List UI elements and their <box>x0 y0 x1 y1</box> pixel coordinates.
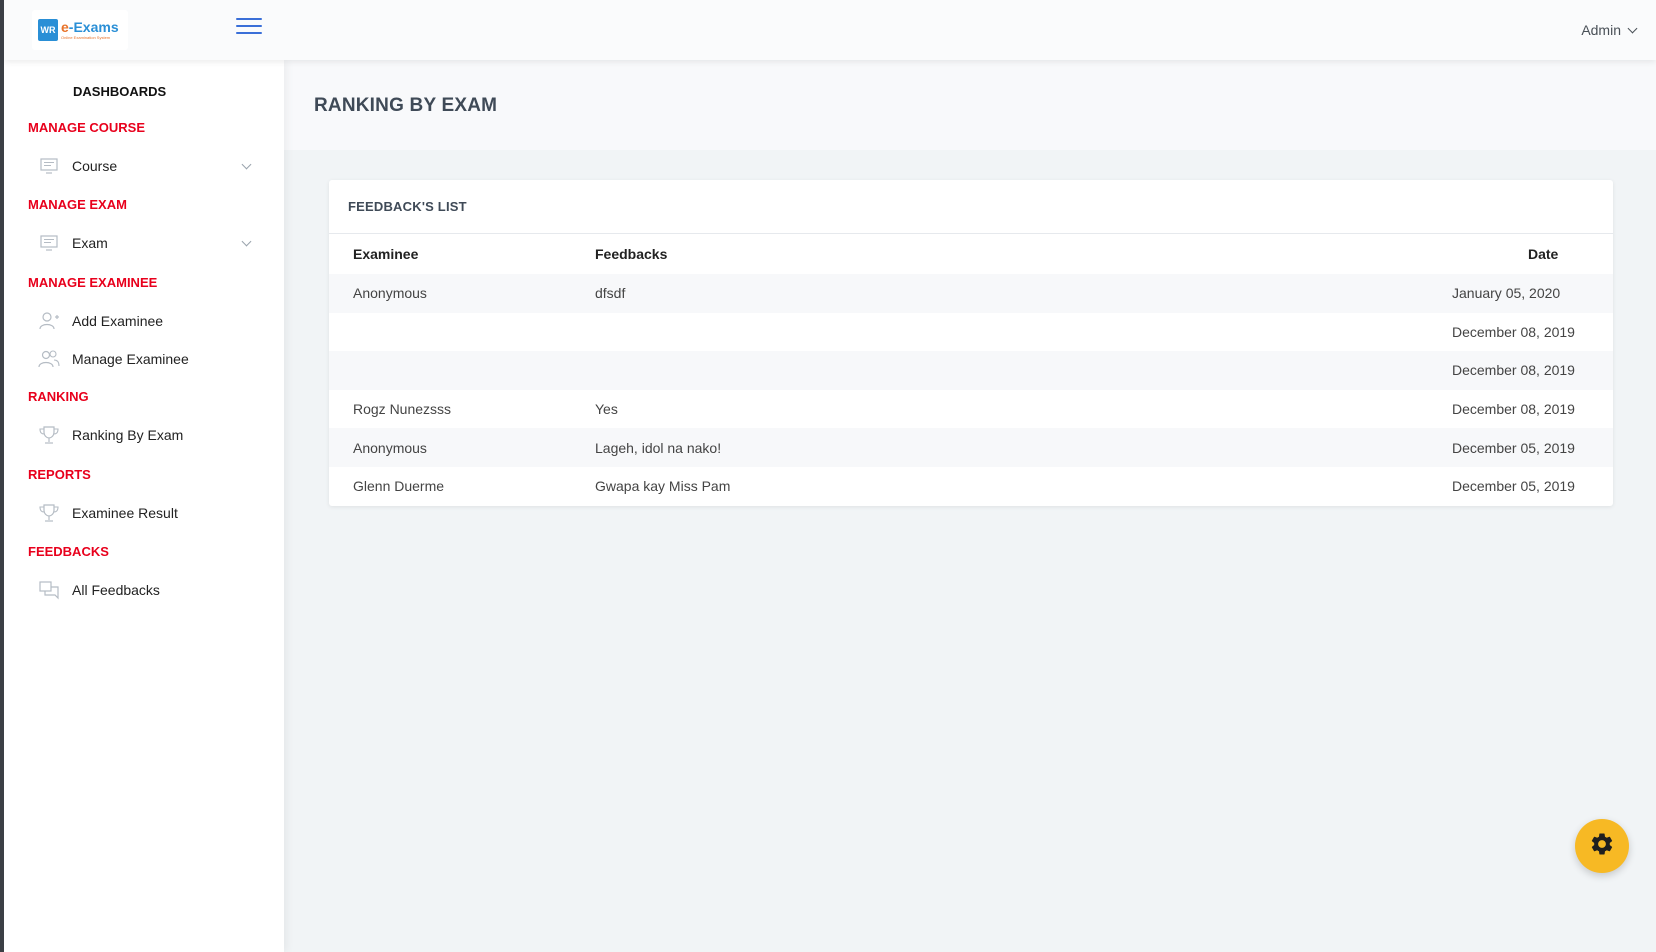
logo-tagline: Online Examination System <box>61 35 111 40</box>
sidebar-item-examinee-result[interactable]: Examinee Result <box>38 498 262 528</box>
page-title: RANKING BY EXAM <box>314 95 498 116</box>
sidebar-item-label: Examinee Result <box>72 505 178 521</box>
feedback-list-card: FEEDBACK'S LIST Examinee Feedbacks Date … <box>329 180 1613 506</box>
trophy-icon <box>38 424 60 446</box>
sidebar: DASHBOARDS MANAGE COURSE Course MANAGE E… <box>4 60 284 952</box>
cell-examinee: Anonymous <box>329 428 571 467</box>
cell-feedback <box>571 313 1428 352</box>
column-header-examinee[interactable]: Examinee <box>329 234 571 274</box>
page-title-bar: RANKING BY EXAM <box>284 60 1656 150</box>
cell-feedback: Gwapa kay Miss Pam <box>595 478 731 495</box>
table-row[interactable]: Glenn Duerme Gwapa kay Miss Pam December… <box>329 467 1613 506</box>
sidebar-item-all-feedbacks[interactable]: All Feedbacks <box>38 575 262 605</box>
cell-examinee: Anonymous <box>329 274 571 313</box>
sidebar-item-label: Add Examinee <box>72 313 164 329</box>
card-title: FEEDBACK'S LIST <box>329 180 1613 234</box>
table-header-row: Examinee Feedbacks Date <box>329 234 1613 274</box>
table-row[interactable]: Anonymous dfsdf January 05, 2020 <box>329 274 1613 313</box>
sidebar-item-label: All Feedbacks <box>72 582 160 598</box>
cell-feedback: Lageh, idol na nako! <box>571 428 1428 467</box>
settings-button[interactable] <box>1575 819 1629 873</box>
sidebar-heading-ranking: RANKING <box>28 389 89 404</box>
sidebar-item-course[interactable]: Course <box>38 151 262 181</box>
sidebar-item-manage-examinee[interactable]: Manage Examinee <box>38 344 262 374</box>
cell-date: January 05, 2020 <box>1428 274 1613 313</box>
trophy-icon <box>38 502 60 524</box>
monitor-icon <box>38 155 60 177</box>
cell-date: December 08, 2019 <box>1452 323 1575 340</box>
cell-date: December 08, 2019 <box>1428 351 1613 390</box>
cell-examinee <box>329 313 571 352</box>
window-edge <box>0 0 4 952</box>
chevron-down-icon <box>241 236 252 246</box>
sidebar-item-label: Ranking By Exam <box>72 427 184 443</box>
sidebar-heading-reports: REPORTS <box>28 467 91 482</box>
column-header-feedbacks[interactable]: Feedbacks <box>571 234 1428 274</box>
sidebar-item-label: Exam <box>72 235 108 251</box>
hamburger-menu-icon[interactable] <box>236 18 262 38</box>
cell-feedback <box>571 351 1428 390</box>
sidebar-item-exam[interactable]: Exam <box>38 228 262 258</box>
logo-text: e-Exams <box>61 19 119 35</box>
logo-badge: WR <box>38 19 58 41</box>
sidebar-heading-manage-exam: MANAGE EXAM <box>28 197 127 212</box>
cell-feedback: dfsdf <box>571 274 1428 313</box>
app-logo[interactable]: WR e-Exams Online Examination System <box>32 10 128 50</box>
user-menu[interactable]: Admin <box>1581 22 1638 38</box>
table-row[interactable]: Anonymous Lageh, idol na nako! December … <box>329 428 1613 467</box>
add-user-icon <box>38 310 60 332</box>
sidebar-dashboards[interactable]: DASHBOARDS <box>73 84 166 99</box>
gear-icon <box>1589 831 1615 862</box>
sidebar-heading-manage-course: MANAGE COURSE <box>28 120 146 135</box>
cell-date: December 05, 2019 <box>1452 478 1575 495</box>
monitor-icon <box>38 232 60 254</box>
table-row[interactable]: December 08, 2019 <box>329 351 1613 390</box>
sidebar-item-label: Course <box>72 158 118 174</box>
users-icon <box>38 348 60 370</box>
top-header: WR e-Exams Online Examination System Adm… <box>4 0 1656 60</box>
cell-feedback: Yes <box>595 401 618 418</box>
cell-date: December 08, 2019 <box>1452 401 1575 418</box>
sidebar-item-ranking-by-exam[interactable]: Ranking By Exam <box>38 420 262 450</box>
chevron-down-icon <box>241 159 252 169</box>
chat-icon <box>38 579 60 601</box>
table-row[interactable]: Rogz Nunezsss Yes December 08, 2019 <box>329 390 1613 429</box>
sidebar-heading-manage-examinee: MANAGE EXAMINEE <box>28 275 158 290</box>
chevron-down-icon <box>1627 23 1638 33</box>
column-header-date[interactable]: Date <box>1428 234 1613 274</box>
sidebar-item-add-examinee[interactable]: Add Examinee <box>38 306 262 336</box>
cell-examinee: Glenn Duerme <box>353 478 445 495</box>
feedback-table: Examinee Feedbacks Date Anonymous dfsdf … <box>329 234 1613 506</box>
sidebar-item-label: Manage Examinee <box>72 351 189 367</box>
cell-date: December 05, 2019 <box>1428 428 1613 467</box>
sidebar-heading-feedbacks: FEEDBACKS <box>28 544 109 559</box>
table-row[interactable]: December 08, 2019 <box>329 313 1613 352</box>
user-name: Admin <box>1581 22 1621 38</box>
cell-examinee <box>329 351 571 390</box>
cell-examinee: Rogz Nunezsss <box>353 401 452 418</box>
